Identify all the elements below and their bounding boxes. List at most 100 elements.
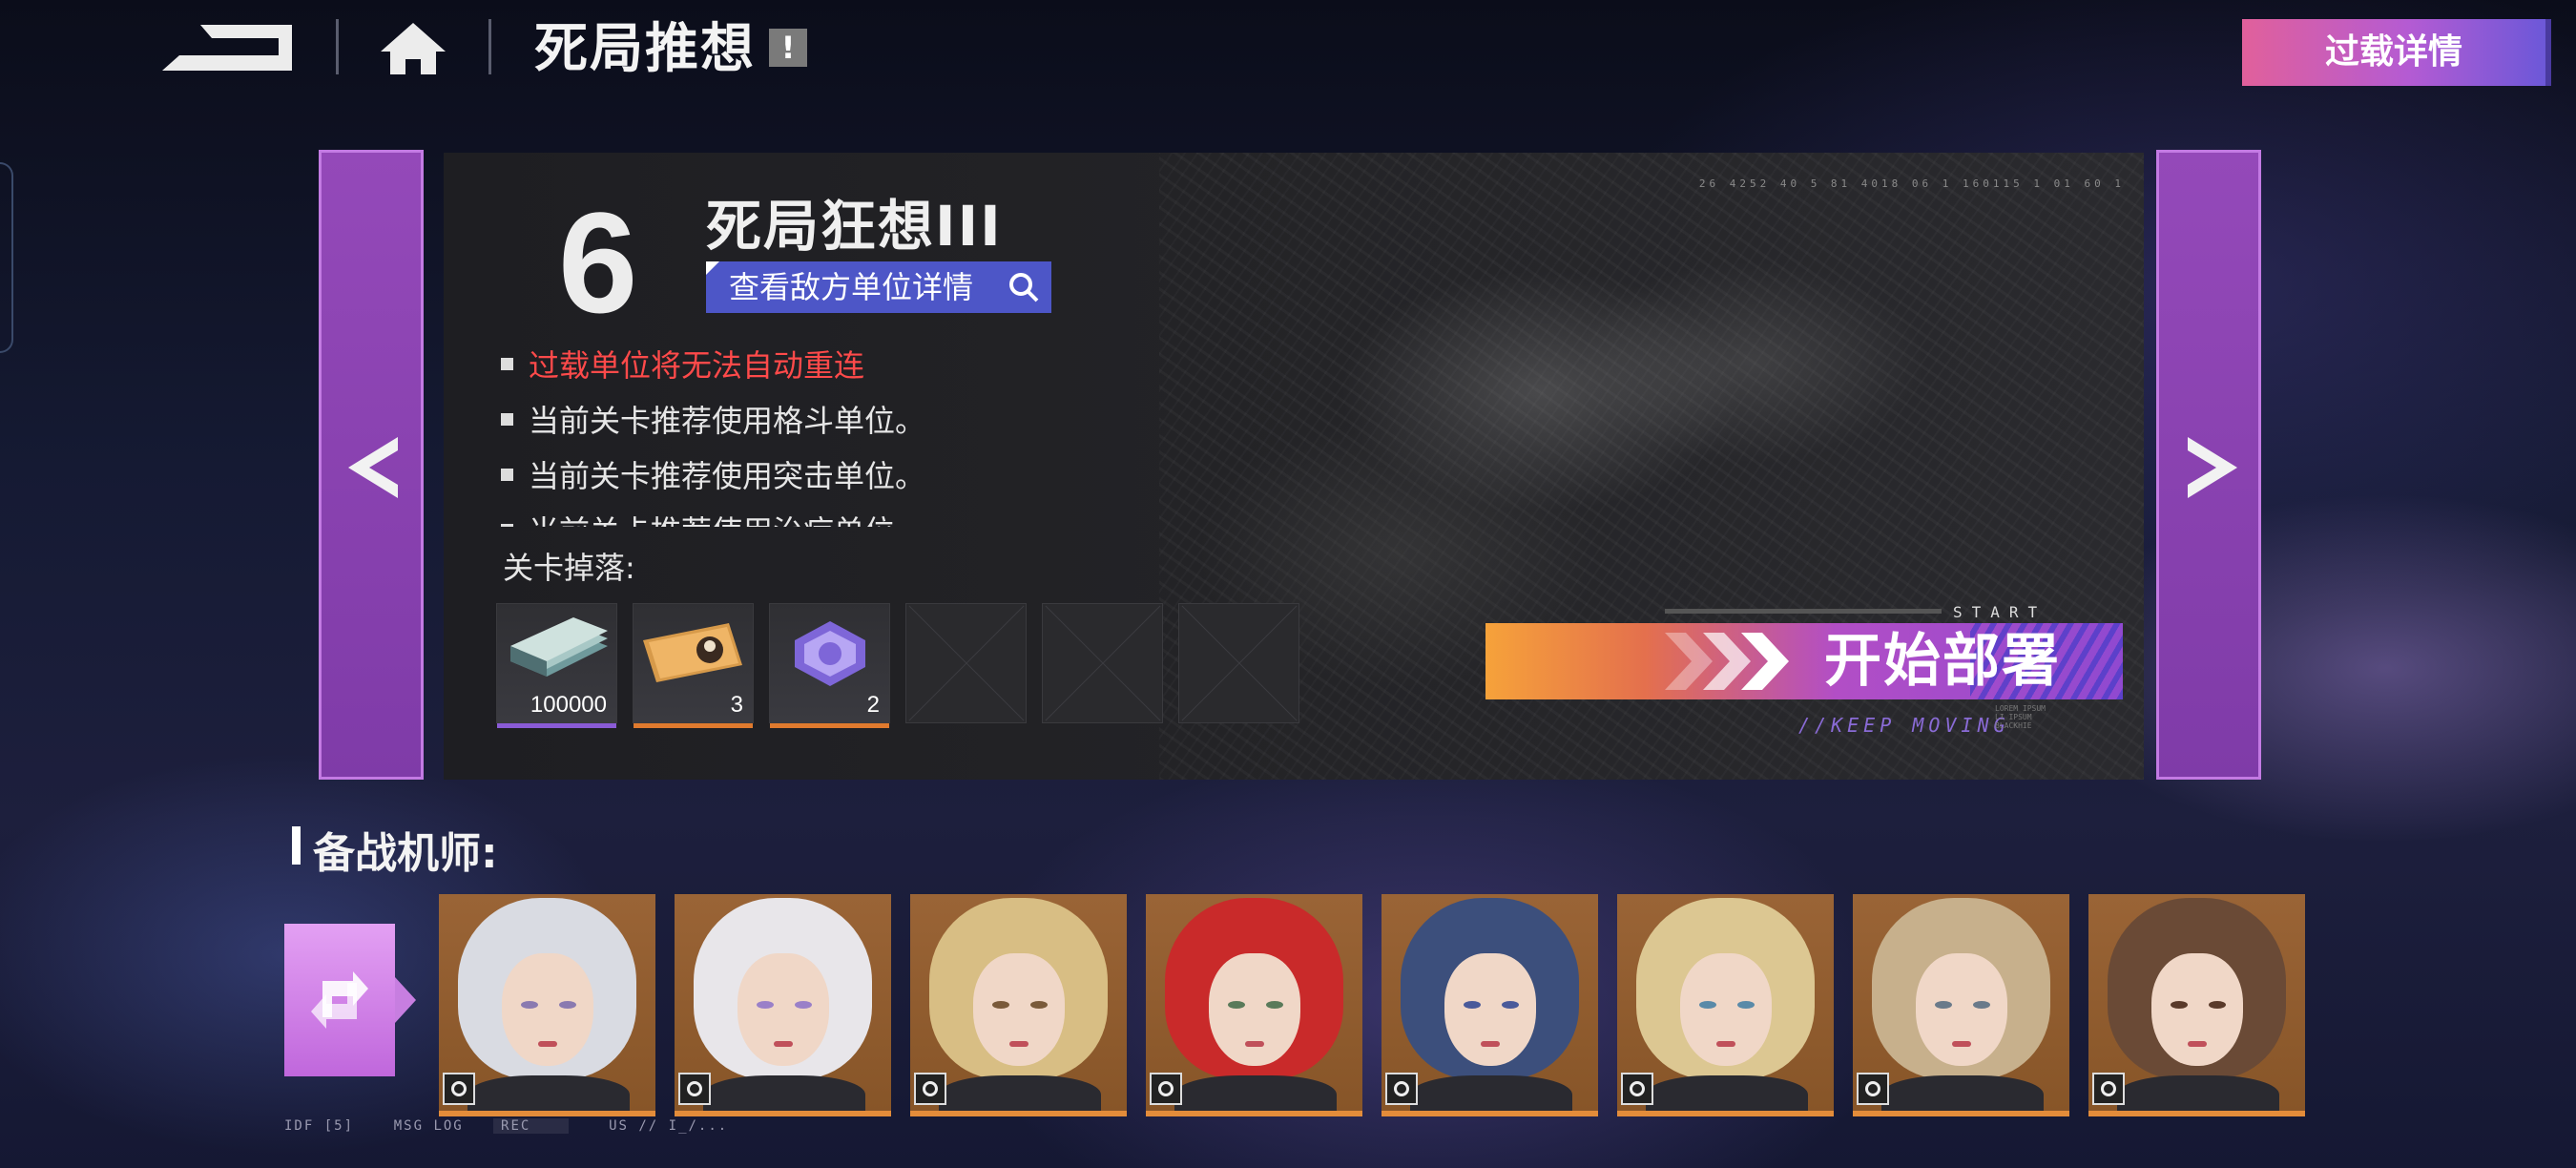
back-button[interactable] [162,17,298,76]
tip-item: 当前关卡推荐使用格斗单位。 [501,391,1169,447]
tip-item: 过载单位将无法自动重连 [501,336,1169,391]
target-icon [1857,1073,1889,1105]
side-handle[interactable] [0,162,13,353]
pilot-outfit [2117,1075,2279,1111]
pilots-label: 备战机师: [292,819,498,880]
drop-item-cash[interactable]: 100000 [496,603,617,728]
pilot-face [1209,953,1300,1066]
pilot-roster [439,894,2305,1116]
swap-team-button[interactable] [284,924,416,1076]
pilot-outfit [1174,1075,1337,1111]
cash-stack-icon [510,617,608,677]
pilot-lips [1245,1041,1264,1047]
pilot-card[interactable] [1853,894,2069,1116]
pilot-eye [1935,1001,1952,1009]
assault-icon [1621,1073,1653,1105]
pilot-eye [2171,1001,2188,1009]
bullet [501,523,513,527]
drop-quantity: 100000 [530,692,607,718]
pilot-eye [1464,1001,1481,1009]
drop-list: 100000 3 2 [496,603,1299,728]
next-stage-button[interactable] [2156,150,2261,780]
pilot-card[interactable] [2088,894,2305,1116]
pilot-lips [774,1041,793,1047]
stage-tips: 过载单位将无法自动重连 当前关卡推荐使用格斗单位。 当前关卡推荐使用突击单位。 … [501,336,1169,527]
previous-stage-button[interactable] [319,150,424,780]
pilot-eye [1502,1001,1519,1009]
rarity-bar [634,723,753,728]
pilot-card[interactable] [1617,894,1834,1116]
pilot-face [502,953,593,1066]
bullet [501,412,513,426]
pilot-eye [559,1001,576,1009]
tip-item: 当前关卡推荐使用突击单位。 [501,447,1169,502]
pilot-outfit [467,1075,630,1111]
start-label: START [1953,603,2047,621]
pilot-lips [1716,1041,1735,1047]
pilot-face [737,953,829,1066]
pilot-lips [1952,1041,1971,1047]
pilot-eye [1228,1001,1245,1009]
pilot-lips [1481,1041,1500,1047]
home-icon [381,23,446,74]
chevron-left-icon [348,437,398,498]
drop-quantity: 2 [866,692,880,718]
pilot-eye [1973,1001,1990,1009]
idf-text: IDF [5] [284,1118,355,1134]
pilot-outfit [1410,1075,1572,1111]
fine-print: LOREM IPSUM LI IPSUM BLACKHIE [1995,704,2046,730]
pilot-lips [1009,1041,1028,1047]
chevron-right-icon [2188,437,2237,498]
start-progress-line [1665,609,1942,614]
pilot-outfit [703,1075,865,1111]
pilot-lips [538,1041,557,1047]
keep-moving-text: //KEEP MOVING [1798,714,2010,737]
pilot-face [973,953,1065,1066]
back-arrow-icon [162,25,292,71]
start-deploy-button[interactable]: 开始部署 [1485,623,2123,699]
bullet [501,357,513,370]
bullet [501,468,513,481]
drop-item-ticket[interactable]: 3 [633,603,754,728]
stage-number: 6 [558,182,638,343]
pilot-face [2151,953,2243,1066]
drop-slot-empty [1178,603,1299,723]
overload-details-button[interactable]: 过载详情 [2242,19,2551,86]
pilot-eye [1737,1001,1755,1009]
pilot-eye [992,1001,1009,1009]
sniper-icon [1150,1073,1182,1105]
rec-text: REC [493,1118,570,1134]
pilot-eye [2209,1001,2226,1009]
pilot-card[interactable] [1146,894,1362,1116]
shield-icon [678,1073,711,1105]
page-title: 死局推想 [534,18,756,80]
stage-panel: 26 4252 40 5 81 4018 06 1 160115 1 01 60… [444,153,2144,780]
pilot-face [1444,953,1536,1066]
pilot-eye [757,1001,774,1009]
pilot-face [1916,953,2007,1066]
assault-icon [914,1073,946,1105]
fighter-icon [443,1073,475,1105]
crystal-icon [795,621,865,686]
drop-item-crystal[interactable]: 2 [769,603,890,728]
rarity-bar [770,723,889,728]
ticket-icon [643,623,742,682]
pilot-card[interactable] [439,894,655,1116]
pilot-eye [1030,1001,1048,1009]
view-enemy-units-button[interactable]: 查看敌方单位详情 [706,261,1051,313]
home-button[interactable] [377,19,449,78]
pilot-card[interactable] [1381,894,1598,1116]
drops-label: 关卡掉落: [503,550,635,586]
info-button[interactable]: ! [769,29,807,67]
rarity-bar [497,723,616,728]
pilot-outfit [1646,1075,1808,1111]
corner-mark [706,261,719,275]
search-icon [1009,273,1039,302]
enemy-button-label: 查看敌方单位详情 [729,269,974,305]
pilot-card[interactable] [910,894,1127,1116]
pilot-card[interactable] [675,894,891,1116]
divider [336,19,339,74]
deploy-label: 开始部署 [1824,628,2061,695]
footer-hud: IDF [5] MSG LOG REC US // I_/... [284,1118,728,1134]
pilot-face [1680,953,1772,1066]
